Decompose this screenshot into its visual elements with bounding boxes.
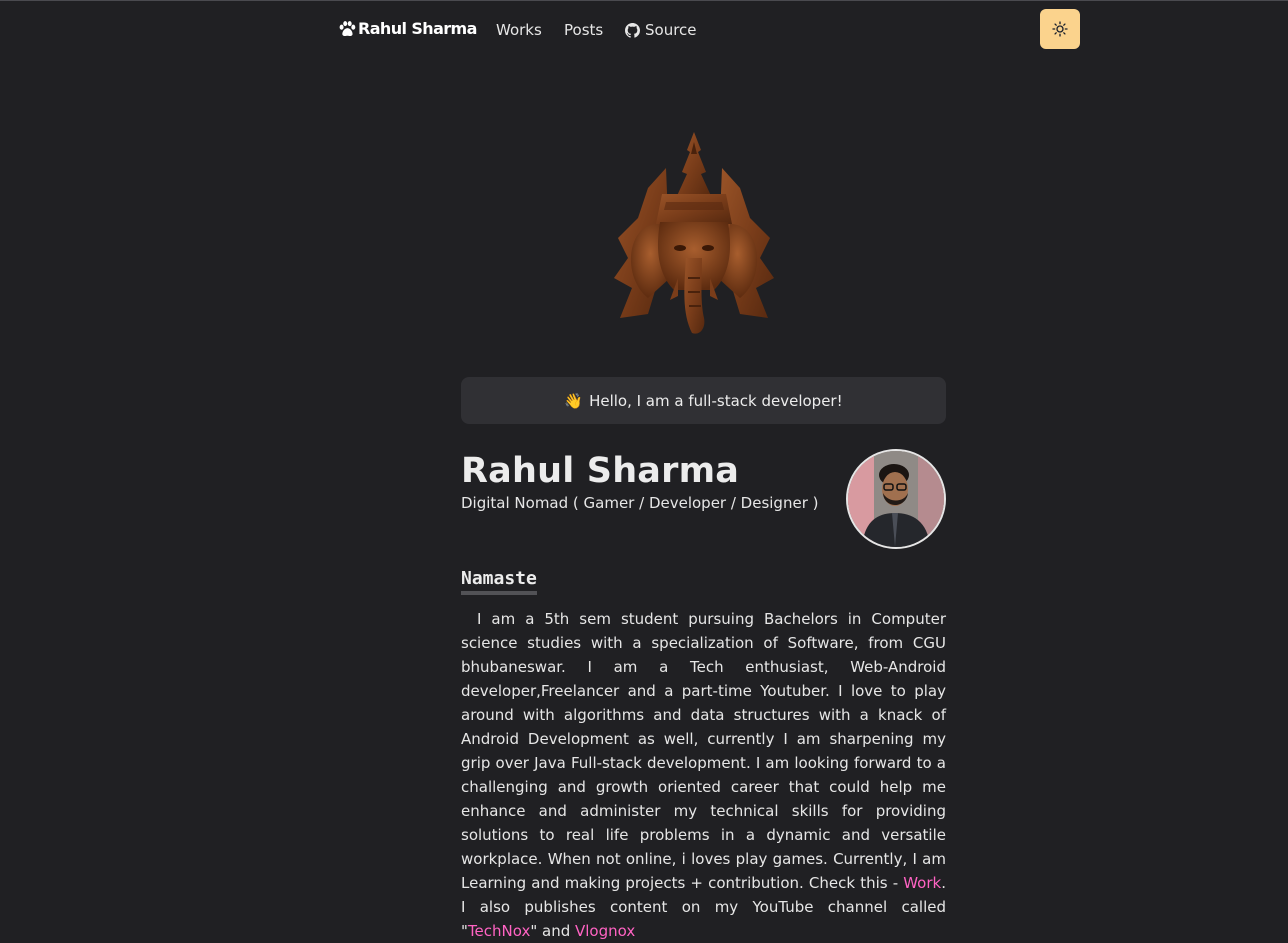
nav-link-posts[interactable]: Posts <box>564 21 603 39</box>
bio-text: I am a 5th sem student pursuing Bachelor… <box>461 610 946 892</box>
nav-link-works[interactable]: Works <box>496 21 542 39</box>
vlognox-link[interactable]: Vlognox <box>575 922 635 940</box>
nav-link-source[interactable]: Source <box>625 21 697 39</box>
site-logo[interactable]: Rahul Sharma <box>338 19 477 38</box>
greeting-text: Hello, I am a full-stack developer! <box>589 391 843 410</box>
nav-link-label: Source <box>645 21 697 39</box>
section-heading-namaste: Namaste <box>461 568 537 595</box>
nav-link-label: Works <box>496 21 542 39</box>
github-icon <box>625 22 640 38</box>
nav-link-label: Posts <box>564 21 604 39</box>
logo-text: Rahul Sharma <box>358 19 477 38</box>
navbar: Rahul Sharma Works Posts Source <box>0 1 1288 57</box>
profile-subtitle: Digital Nomad ( Gamer / Developer / Desi… <box>461 494 819 512</box>
avatar <box>846 449 946 549</box>
work-link[interactable]: Work <box>903 874 941 892</box>
paw-icon <box>339 20 356 36</box>
theme-toggle-button[interactable] <box>1040 9 1080 49</box>
technox-link[interactable]: TechNox <box>468 922 530 940</box>
greeting-banner: 👋 Hello, I am a full-stack developer! <box>461 377 946 424</box>
waving-hand-icon: 👋 <box>564 391 584 410</box>
profile-name: Rahul Sharma <box>461 451 740 491</box>
bio-paragraph: I am a 5th sem student pursuing Bachelor… <box>461 607 946 943</box>
ganesha-mask-3d-model[interactable] <box>608 128 780 340</box>
bio-text: " and <box>530 922 575 940</box>
sun-icon <box>1052 21 1068 37</box>
